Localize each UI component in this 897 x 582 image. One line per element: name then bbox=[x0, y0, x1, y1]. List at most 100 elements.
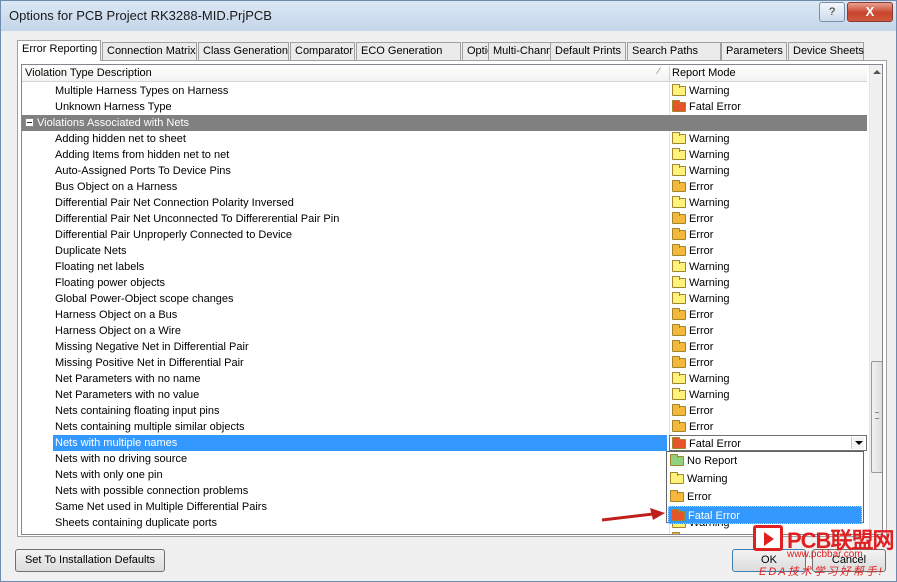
report-mode-folder-icon bbox=[670, 472, 684, 484]
table-row[interactable]: Floating net labels Warning bbox=[22, 259, 867, 275]
watermark-url: www.pcbbar.com bbox=[787, 549, 863, 560]
report-mode-label: Warning bbox=[689, 261, 730, 273]
tab-default-prints[interactable]: Default Prints bbox=[550, 42, 626, 60]
report-mode-cell[interactable]: Error bbox=[669, 419, 867, 435]
chevron-down-icon[interactable] bbox=[851, 437, 864, 449]
table-row[interactable]: Floating power objects Warning bbox=[22, 275, 867, 291]
tab-error-reporting[interactable]: Error Reporting bbox=[17, 40, 101, 61]
report-mode-cell[interactable]: Warning bbox=[669, 147, 867, 163]
violation-description: Nets with possible connection problems bbox=[55, 485, 249, 497]
collapse-icon[interactable] bbox=[25, 118, 34, 127]
table-row[interactable]: Differential Pair Unproperly Connected t… bbox=[22, 227, 867, 243]
report-mode-cell[interactable]: Warning bbox=[669, 259, 867, 275]
table-row[interactable]: Signals with multiple drivers Error bbox=[22, 531, 867, 534]
grid-header: Violation Type Description ⁄ Report Mode bbox=[22, 65, 867, 82]
group-row[interactable]: Violations Associated with Nets bbox=[22, 115, 867, 131]
dropdown-option-warning[interactable]: Warning bbox=[668, 470, 862, 488]
report-mode-folder-icon bbox=[672, 132, 686, 144]
report-mode-cell[interactable]: Fatal Error bbox=[669, 435, 867, 451]
violation-description: Nets with only one pin bbox=[55, 469, 163, 481]
report-mode-cell[interactable]: Warning bbox=[669, 371, 867, 387]
report-mode-cell[interactable]: Error bbox=[669, 227, 867, 243]
report-mode-folder-icon bbox=[672, 388, 686, 400]
report-mode-cell[interactable]: Error bbox=[669, 211, 867, 227]
violation-description: Same Net used in Multiple Differential P… bbox=[55, 501, 267, 513]
report-mode-cell[interactable]: Warning bbox=[669, 275, 867, 291]
table-row[interactable]: Unknown Harness Type Fatal Error bbox=[22, 99, 867, 115]
dropdown-option-no-report[interactable]: No Report bbox=[668, 452, 862, 470]
table-row[interactable]: Net Parameters with no name Warning bbox=[22, 371, 867, 387]
report-mode-cell[interactable]: Fatal Error bbox=[669, 99, 867, 115]
tab-eco-generation[interactable]: ECO Generation bbox=[356, 42, 461, 60]
column-divider[interactable] bbox=[669, 66, 670, 81]
table-row[interactable]: Auto-Assigned Ports To Device Pins Warnin… bbox=[22, 163, 867, 179]
report-mode-cell[interactable]: Warning bbox=[669, 291, 867, 307]
violation-description: Signals with multiple drivers bbox=[55, 531, 191, 534]
violation-description: Duplicate Nets bbox=[55, 245, 127, 257]
report-mode-folder-icon bbox=[672, 164, 686, 176]
table-row[interactable]: Global Power-Object scope changes Warning bbox=[22, 291, 867, 307]
report-mode-cell[interactable]: Error bbox=[669, 355, 867, 371]
report-mode-cell[interactable]: Error bbox=[669, 307, 867, 323]
violation-description: Net Parameters with no name bbox=[55, 373, 201, 385]
report-mode-cell[interactable]: Warning bbox=[669, 131, 867, 147]
report-mode-cell[interactable]: Error bbox=[669, 243, 867, 259]
table-row[interactable]: Missing Positive Net in Differential Pai… bbox=[22, 355, 867, 371]
tab-device-sheets[interactable]: Device Sheets bbox=[788, 42, 864, 60]
report-mode-cell[interactable]: Error bbox=[669, 403, 867, 419]
dropdown-option-label: Fatal Error bbox=[688, 510, 740, 522]
report-mode-label: Error bbox=[689, 325, 714, 337]
tab-connection-matrix[interactable]: Connection Matrix bbox=[102, 42, 197, 60]
tab-parameters[interactable]: Parameters bbox=[721, 42, 787, 60]
table-row[interactable]: Adding Items from hidden net to net Warni… bbox=[22, 147, 867, 163]
report-mode-cell[interactable]: Error bbox=[669, 323, 867, 339]
scroll-up-arrow-icon[interactable] bbox=[870, 65, 882, 81]
column-header-report-mode[interactable]: Report Mode bbox=[672, 67, 736, 79]
table-row[interactable]: Differential Pair Net Unconnected To Dif… bbox=[22, 211, 867, 227]
tab-class-generation[interactable]: Class Generation bbox=[198, 42, 289, 60]
violation-description: Global Power-Object scope changes bbox=[55, 293, 234, 305]
set-to-installation-defaults-button[interactable]: Set To Installation Defaults bbox=[15, 549, 165, 572]
report-mode-label: Warning bbox=[689, 149, 730, 161]
report-mode-cell[interactable]: Error bbox=[669, 339, 867, 355]
close-button[interactable]: X bbox=[847, 2, 893, 22]
table-row[interactable]: Missing Negative Net in Differential Pai… bbox=[22, 339, 867, 355]
report-mode-cell[interactable]: Error bbox=[669, 179, 867, 195]
table-row[interactable]: Harness Object on a Wire Error bbox=[22, 323, 867, 339]
report-mode-label: Error bbox=[689, 309, 714, 321]
table-row[interactable]: Bus Object on a Harness Error bbox=[22, 179, 867, 195]
table-row[interactable]: Nets containing floating input pins Error bbox=[22, 403, 867, 419]
table-row[interactable]: Differential Pair Net Connection Polarit… bbox=[22, 195, 867, 211]
help-button[interactable]: ? bbox=[819, 2, 845, 22]
table-row[interactable]: Multiple Harness Types on Harness Warning bbox=[22, 83, 867, 99]
report-mode-cell[interactable]: Warning bbox=[669, 163, 867, 179]
table-row[interactable]: Duplicate Nets Error bbox=[22, 243, 867, 259]
report-mode-cell[interactable]: Warning bbox=[669, 387, 867, 403]
report-mode-label: Error bbox=[689, 341, 714, 353]
violation-description: Nets with multiple names bbox=[53, 435, 667, 451]
table-row[interactable]: Net Parameters with no value Warning bbox=[22, 387, 867, 403]
table-row[interactable]: Adding hidden net to sheet Warning bbox=[22, 131, 867, 147]
violation-description: Adding Items from hidden net to net bbox=[55, 149, 230, 161]
table-row[interactable]: Nets with multiple names Fatal Error bbox=[22, 435, 867, 451]
report-mode-label: Warning bbox=[689, 133, 730, 145]
dropdown-option-error[interactable]: Error bbox=[668, 488, 862, 506]
table-row[interactable]: Harness Object on a Bus Error bbox=[22, 307, 867, 323]
violation-description: Nets containing multiple similar objects bbox=[55, 421, 245, 433]
scrollbar-thumb[interactable] bbox=[871, 361, 882, 473]
group-label: Violations Associated with Nets bbox=[37, 117, 190, 129]
report-mode-folder-icon bbox=[672, 292, 686, 304]
column-header-description[interactable]: Violation Type Description bbox=[25, 67, 152, 79]
report-mode-cell[interactable]: Warning bbox=[669, 195, 867, 211]
tab-search-paths[interactable]: Search Paths bbox=[627, 42, 721, 60]
violation-description: Nets containing floating input pins bbox=[55, 405, 220, 417]
table-row[interactable]: Nets containing multiple similar objects… bbox=[22, 419, 867, 435]
report-mode-label: Error bbox=[689, 181, 714, 193]
title-bar: Options for PCB Project RK3288-MID.PrjPC… bbox=[1, 1, 896, 31]
report-mode-label: Error bbox=[689, 245, 714, 257]
report-mode-folder-icon bbox=[672, 308, 686, 320]
report-mode-cell[interactable]: Warning bbox=[669, 83, 867, 99]
vertical-scrollbar[interactable] bbox=[869, 65, 882, 534]
report-mode-folder-icon bbox=[672, 84, 686, 96]
tab-comparator[interactable]: Comparator bbox=[290, 42, 355, 60]
